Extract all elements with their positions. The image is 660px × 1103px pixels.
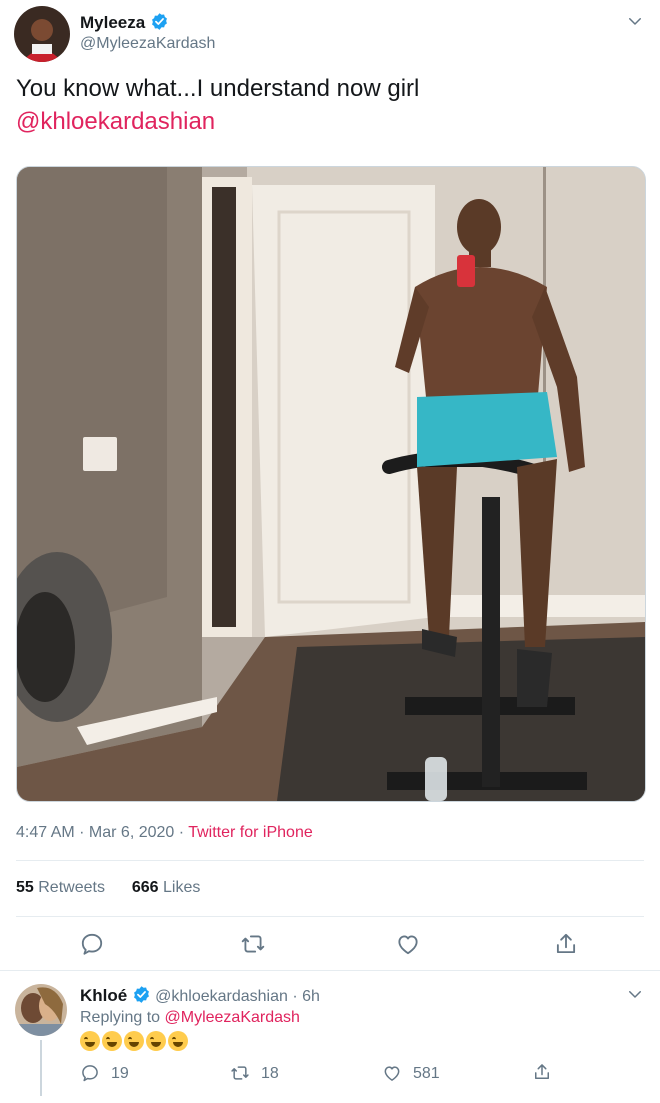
chevron-down-icon[interactable] bbox=[626, 985, 644, 1003]
rofl-emoji-icon bbox=[102, 1031, 122, 1051]
share-icon[interactable] bbox=[553, 931, 579, 957]
reply-header: Khloé @khloekardashian · 6h bbox=[80, 985, 320, 1006]
thread-line bbox=[40, 1040, 42, 1096]
likes-count: 666 bbox=[131, 879, 159, 896]
retweet-icon[interactable] bbox=[240, 931, 266, 957]
replying-to-prefix: Replying to bbox=[80, 1009, 165, 1026]
rofl-emoji-icon bbox=[168, 1031, 188, 1051]
rofl-emoji-icon bbox=[80, 1031, 100, 1051]
tweet-mention-link[interactable]: @khloekardashian bbox=[16, 105, 636, 138]
author-identity: Myleeza bbox=[80, 12, 169, 33]
divider bbox=[16, 860, 644, 861]
tweet-body: You know what...I understand now girl bbox=[16, 75, 420, 102]
like-icon[interactable] bbox=[382, 1063, 402, 1083]
tweet-text: You know what...I understand now girl @k… bbox=[16, 72, 636, 138]
reply-author-name[interactable]: Khloé bbox=[80, 986, 127, 1005]
retweets-count: 55 bbox=[16, 879, 34, 896]
verified-badge-icon bbox=[133, 986, 149, 1003]
like-icon[interactable] bbox=[395, 931, 421, 957]
verified-badge-icon bbox=[151, 13, 167, 30]
retweets-stat[interactable]: 55 Retweets bbox=[16, 879, 105, 896]
tweet-stats: 55 Retweets 666 Likes bbox=[16, 879, 200, 897]
rofl-emoji-icon bbox=[124, 1031, 144, 1051]
likes-label: Likes bbox=[163, 879, 201, 896]
divider bbox=[16, 916, 644, 917]
divider bbox=[0, 970, 660, 971]
retweets-label: Retweets bbox=[38, 879, 105, 896]
reply-like-count: 581 bbox=[413, 1065, 440, 1082]
author-name[interactable]: Myleeza bbox=[80, 13, 145, 32]
reply-text bbox=[80, 1031, 190, 1051]
reply-time[interactable]: · 6h bbox=[288, 988, 320, 1005]
likes-stat[interactable]: 666 Likes bbox=[132, 879, 201, 896]
reply-icon[interactable] bbox=[80, 1063, 100, 1083]
chevron-down-icon[interactable] bbox=[626, 12, 644, 30]
rofl-emoji-icon bbox=[146, 1031, 166, 1051]
tweet-source-link[interactable]: Twitter for iPhone bbox=[188, 824, 313, 841]
reply-icon[interactable] bbox=[79, 931, 105, 957]
tweet-media-photo[interactable] bbox=[16, 166, 646, 802]
tweet-timestamp[interactable]: 4:47 AM · Mar 6, 2020 · bbox=[16, 824, 188, 841]
replying-to: Replying to @MyleezaKardash bbox=[80, 1009, 300, 1027]
reply-author-handle[interactable]: @khloekardashian bbox=[155, 988, 288, 1005]
author-handle[interactable]: @MyleezaKardash bbox=[80, 35, 215, 53]
reply-author-avatar[interactable] bbox=[15, 984, 67, 1036]
replying-to-link[interactable]: @MyleezaKardash bbox=[165, 1009, 300, 1026]
author-avatar[interactable] bbox=[14, 6, 70, 62]
tweet-meta: 4:47 AM · Mar 6, 2020 · Twitter for iPho… bbox=[16, 824, 313, 842]
reply-comment-count: 19 bbox=[111, 1065, 129, 1082]
share-icon[interactable] bbox=[532, 1062, 552, 1082]
reply-retweet-count: 18 bbox=[261, 1065, 279, 1082]
retweet-icon[interactable] bbox=[230, 1063, 250, 1083]
